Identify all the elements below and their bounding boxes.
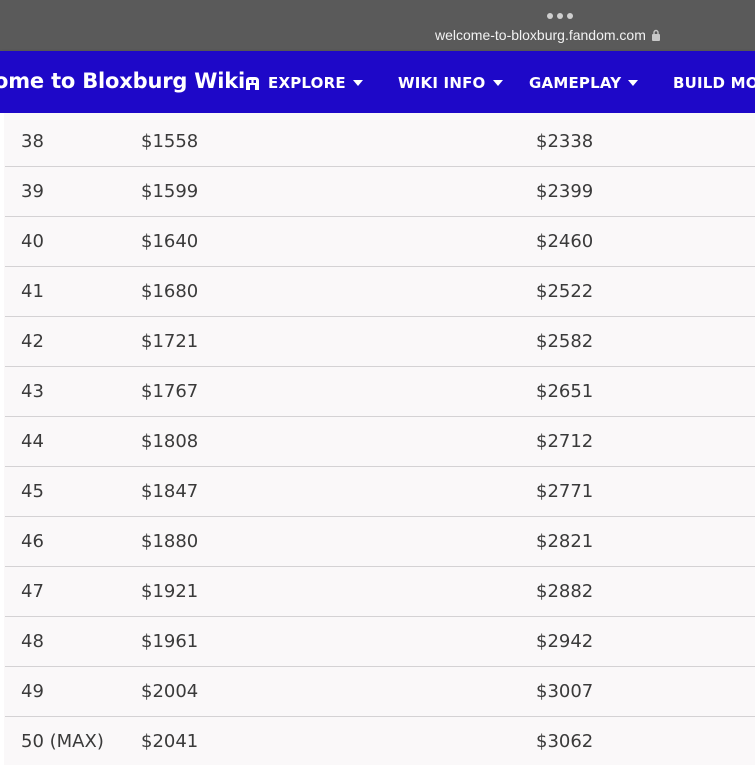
price-cell: $1847 [141,481,199,502]
level-cell: 42 [21,331,44,352]
table-row: 38 $1558 $2338 [5,116,755,167]
level-cell: 50 (MAX) [21,731,104,752]
level-cell: 41 [21,281,44,302]
nav-build-mode-label: BUILD MO [673,74,755,92]
level-cell: 46 [21,531,44,552]
price-cell: $2522 [536,281,594,302]
price-cell: $1921 [141,581,199,602]
price-cell: $2712 [536,431,594,452]
price-cell: $1680 [141,281,199,302]
level-cell: 47 [21,581,44,602]
table-row: 43 $1767 $2651 [5,366,755,417]
level-cell: 49 [21,681,44,702]
price-cell: $1767 [141,381,199,402]
nav-build-mode[interactable]: BUILD MO [673,74,755,92]
nav-wiki-info-label: WIKI INFO [398,74,486,92]
price-cell: $2004 [141,681,199,702]
level-cell: 38 [21,131,44,152]
price-cell: $3062 [536,731,594,752]
table-row: 48 $1961 $2942 [5,616,755,667]
url-display[interactable]: welcome-to-bloxburg.fandom.com [435,27,661,43]
table-row: 40 $1640 $2460 [5,216,755,267]
table-row: 42 $1721 $2582 [5,316,755,367]
level-cell: 43 [21,381,44,402]
table-left-edge [0,113,4,765]
price-cell: $2338 [536,131,594,152]
price-cell: $3007 [536,681,594,702]
chevron-down-icon [352,80,363,86]
table-row: 46 $1880 $2821 [5,516,755,567]
price-cell: $2821 [536,531,594,552]
nav-gameplay[interactable]: GAMEPLAY [529,74,639,92]
price-cell: $2460 [536,231,594,252]
price-cell: $2582 [536,331,594,352]
nav-explore[interactable]: EXPLORE [244,74,363,92]
level-cell: 39 [21,181,44,202]
price-cell: $1808 [141,431,199,452]
table-row: 39 $1599 $2399 [5,166,755,217]
price-cell: $1721 [141,331,199,352]
price-cell: $2651 [536,381,594,402]
price-cell: $2399 [536,181,594,202]
table-row: 44 $1808 $2712 [5,416,755,467]
level-cell: 48 [21,631,44,652]
explore-icon [246,76,259,90]
nav-explore-label: EXPLORE [268,74,346,92]
price-cell: $1599 [141,181,199,202]
table-row: 49 $2004 $3007 [5,666,755,717]
more-options-icon[interactable] [547,13,573,19]
chevron-down-icon [492,80,503,86]
table-row: 45 $1847 $2771 [5,466,755,517]
price-cell: $1961 [141,631,199,652]
price-cell: $2882 [536,581,594,602]
table-row: 41 $1680 $2522 [5,266,755,317]
wiki-navbar: ome to Bloxburg Wiki EXPLORE WIKI INFO G… [0,51,755,113]
site-title[interactable]: ome to Bloxburg Wiki [0,69,245,93]
price-cell: $1558 [141,131,199,152]
level-cell: 44 [21,431,44,452]
level-cell: 45 [21,481,44,502]
nav-gameplay-label: GAMEPLAY [529,74,622,92]
chevron-down-icon [628,80,639,86]
price-cell: $2771 [536,481,594,502]
price-cell: $1880 [141,531,199,552]
price-cell: $2041 [141,731,199,752]
price-cell: $2942 [536,631,594,652]
table-row: 50 (MAX) $2041 $3062 [5,716,755,765]
browser-address-bar: welcome-to-bloxburg.fandom.com [0,0,755,51]
url-text[interactable]: welcome-to-bloxburg.fandom.com [435,27,646,43]
price-cell: $1640 [141,231,199,252]
table-row: 47 $1921 $2882 [5,566,755,617]
price-table: 38 $1558 $2338 39 $1599 $2399 40 $1640 $… [0,113,755,765]
nav-wiki-info[interactable]: WIKI INFO [398,74,503,92]
level-cell: 40 [21,231,44,252]
lock-icon [651,29,660,41]
